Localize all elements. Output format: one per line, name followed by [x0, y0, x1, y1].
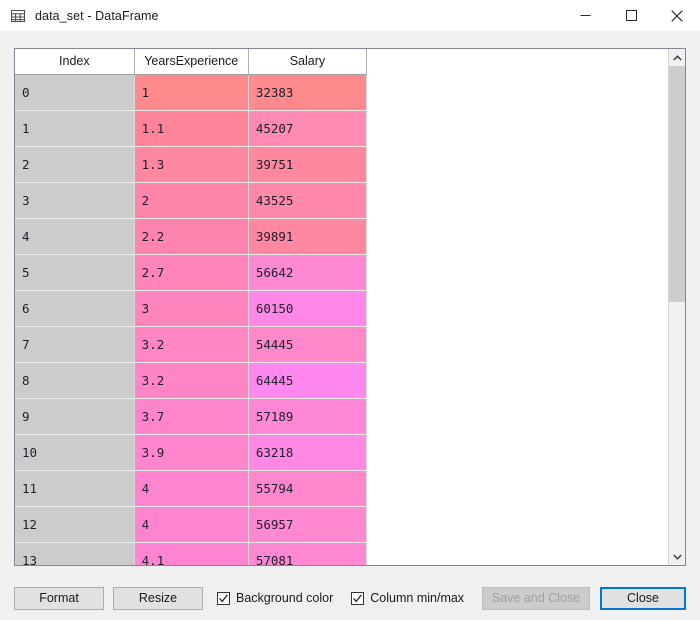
cell-salary[interactable]: 57189	[248, 398, 368, 435]
save-and-close-button: Save and Close	[482, 586, 590, 610]
scroll-down-button[interactable]	[669, 548, 685, 565]
cell-salary[interactable]: 32383	[248, 74, 368, 111]
cell-yearsexperience[interactable]: 3	[134, 290, 249, 327]
table-row[interactable]: 8 3.2 64445	[15, 362, 368, 399]
cell-salary[interactable]: 45207	[248, 110, 368, 147]
table-grid-icon	[10, 8, 26, 24]
cell-salary[interactable]: 43525	[248, 182, 368, 219]
window-controls	[562, 0, 700, 31]
cell-index[interactable]: 11	[15, 470, 135, 507]
cell-yearsexperience[interactable]: 1.3	[134, 146, 249, 183]
cell-index[interactable]: 7	[15, 326, 135, 363]
cell-index[interactable]: 12	[15, 506, 135, 543]
table-row[interactable]: 10 3.9 63218	[15, 434, 368, 471]
dataframe-table-frame: Index YearsExperience Salary 0 1 32383 1 1.1…	[14, 48, 686, 566]
cell-index[interactable]: 10	[15, 434, 135, 471]
column-minmax-checkbox-field[interactable]: Column min/max	[351, 591, 464, 605]
close-icon	[671, 9, 683, 22]
checkmark-icon	[219, 593, 228, 602]
background-color-checkbox[interactable]	[217, 591, 230, 605]
cell-yearsexperience[interactable]: 3.2	[134, 362, 249, 399]
dialog-client-area: Index YearsExperience Salary 0 1 32383 1 1.1…	[0, 31, 700, 620]
scrollbar-thumb[interactable]	[669, 66, 685, 302]
cell-yearsexperience[interactable]: 3.9	[134, 434, 249, 471]
window-title: data_set - DataFrame	[35, 8, 159, 23]
cell-salary[interactable]: 56642	[248, 254, 368, 291]
cell-salary[interactable]: 55794	[248, 470, 368, 507]
cell-salary[interactable]: 60150	[248, 290, 368, 327]
background-color-checkbox-field[interactable]: Background color	[217, 591, 333, 605]
cell-index[interactable]: 1	[15, 110, 135, 147]
cell-yearsexperience[interactable]: 4	[134, 506, 249, 543]
cell-index[interactable]: 2	[15, 146, 135, 183]
title-bar-left: data_set - DataFrame	[0, 8, 159, 24]
table-row[interactable]: 12 4 56957	[15, 506, 368, 543]
cell-salary[interactable]: 64445	[248, 362, 368, 399]
table-row[interactable]: 0 1 32383	[15, 74, 368, 111]
cell-salary[interactable]: 39751	[248, 146, 368, 183]
table-row[interactable]: 5 2.7 56642	[15, 254, 368, 291]
cell-salary[interactable]: 39891	[248, 218, 368, 255]
cell-salary[interactable]: 63218	[248, 434, 368, 471]
table-row[interactable]: 4 2.2 39891	[15, 218, 368, 255]
dataframe-table[interactable]: Index YearsExperience Salary 0 1 32383 1 1.1…	[15, 49, 368, 565]
column-header-index[interactable]: Index	[15, 49, 135, 75]
cell-salary[interactable]: 56957	[248, 506, 368, 543]
column-header-yearsexperience[interactable]: YearsExperience	[134, 49, 249, 75]
cell-index[interactable]: 5	[15, 254, 135, 291]
column-minmax-checkbox[interactable]	[351, 591, 365, 605]
checkmark-icon	[353, 593, 363, 602]
cell-index[interactable]: 8	[15, 362, 135, 399]
table-row[interactable]: 9 3.7 57189	[15, 398, 368, 435]
chevron-down-icon	[672, 553, 682, 560]
title-bar[interactable]: data_set - DataFrame	[0, 0, 700, 31]
minimize-icon	[580, 15, 590, 16]
cell-yearsexperience[interactable]: 2.7	[134, 254, 249, 291]
cell-salary[interactable]: 54445	[248, 326, 368, 363]
cell-salary[interactable]: 57081	[248, 542, 368, 565]
close-dialog-button[interactable]: Close	[600, 586, 686, 610]
cell-yearsexperience[interactable]: 1.1	[134, 110, 249, 147]
column-minmax-label: Column min/max	[370, 591, 465, 605]
maximize-button[interactable]	[608, 0, 654, 31]
scroll-up-button[interactable]	[669, 49, 685, 66]
table-row[interactable]: 3 2 43525	[15, 182, 368, 219]
table-row[interactable]: 13 4.1 57081	[15, 542, 368, 565]
table-header-row: Index YearsExperience Salary	[15, 49, 368, 75]
cell-index[interactable]: 6	[15, 290, 135, 327]
cell-yearsexperience[interactable]: 4	[134, 470, 249, 507]
table-body: 0 1 32383 1 1.1 45207 2 1.3 39751 3 2 43525 4 2.2 3989…	[15, 74, 368, 565]
table-row[interactable]: 11 4 55794	[15, 470, 368, 507]
cell-index[interactable]: 3	[15, 182, 135, 219]
table-row[interactable]: 1 1.1 45207	[15, 110, 368, 147]
format-button[interactable]: Format	[14, 586, 104, 610]
maximize-icon	[625, 10, 637, 21]
dataframe-scroll-area[interactable]: Index YearsExperience Salary 0 1 32383 1 1.1…	[15, 49, 668, 565]
vertical-scrollbar[interactable]	[668, 49, 685, 565]
cell-yearsexperience[interactable]: 2.2	[134, 218, 249, 255]
cell-yearsexperience[interactable]: 3.7	[134, 398, 249, 435]
cell-index[interactable]: 13	[15, 542, 135, 565]
close-button[interactable]	[654, 0, 700, 31]
scrollbar-track[interactable]	[669, 66, 685, 548]
cell-index[interactable]: 4	[15, 218, 135, 255]
minimize-button[interactable]	[562, 0, 608, 31]
cell-yearsexperience[interactable]: 4.1	[134, 542, 249, 565]
cell-index[interactable]: 9	[15, 398, 135, 435]
resize-button[interactable]: Resize	[113, 586, 203, 610]
background-color-label: Background color	[236, 591, 334, 605]
cell-yearsexperience[interactable]: 2	[134, 182, 249, 219]
table-row[interactable]: 2 1.3 39751	[15, 146, 368, 183]
cell-yearsexperience[interactable]: 3.2	[134, 326, 249, 363]
table-row[interactable]: 7 3.2 54445	[15, 326, 368, 363]
bottom-toolbar: Format Resize Background color Column mi…	[0, 576, 700, 620]
table-row[interactable]: 6 3 60150	[15, 290, 368, 327]
column-header-salary[interactable]: Salary	[248, 49, 368, 75]
empty-grid-area	[367, 49, 668, 565]
cell-index[interactable]: 0	[15, 74, 135, 111]
chevron-up-icon	[672, 54, 682, 61]
cell-yearsexperience[interactable]: 1	[134, 74, 249, 111]
